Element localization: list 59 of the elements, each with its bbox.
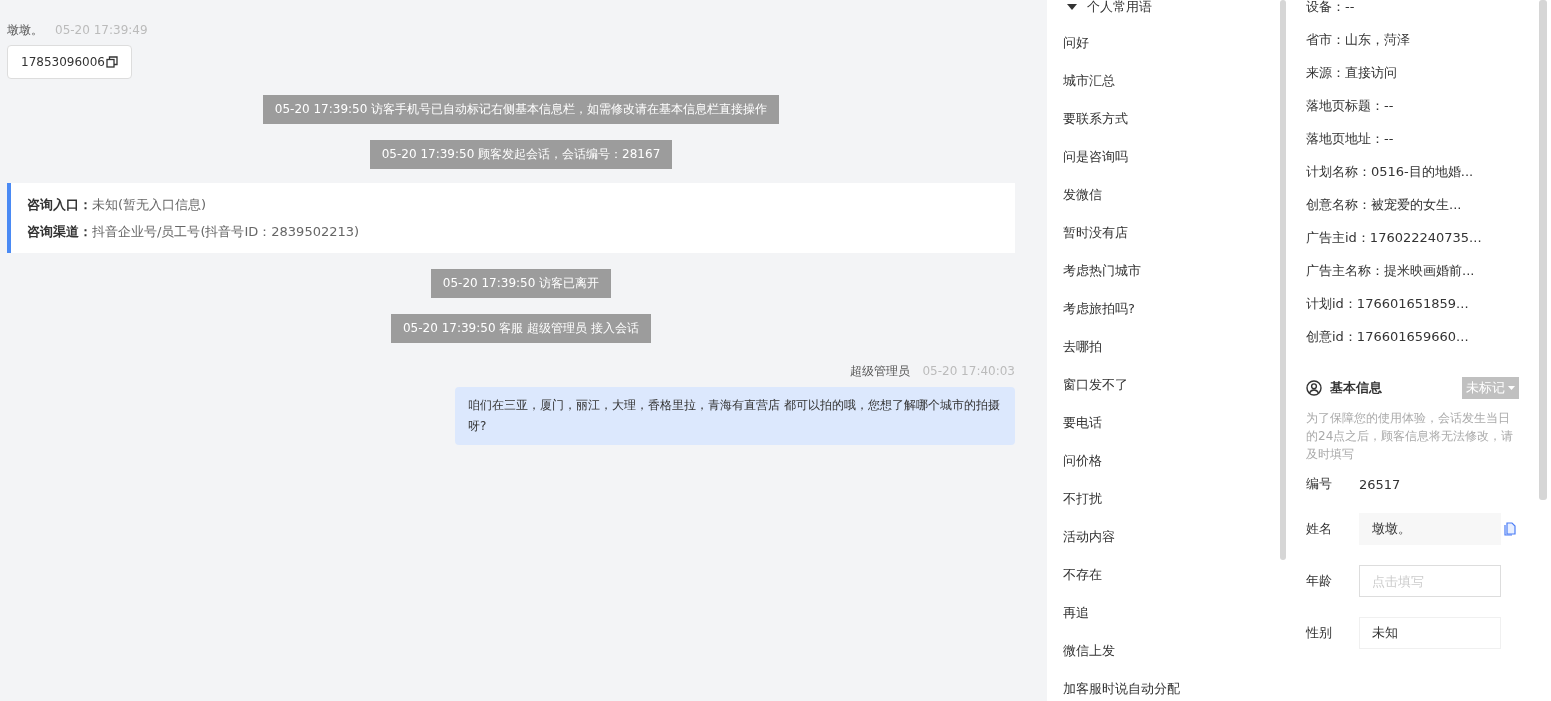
phrase-group-header[interactable]: 个人常用语 xyxy=(1047,0,1280,14)
phrase-item[interactable]: 微信上发 xyxy=(1047,632,1280,670)
field-value: 26517 xyxy=(1359,476,1401,492)
visit-info-row-text: 来源：直接访问 xyxy=(1306,66,1398,82)
phrase-item[interactable]: 发微信 xyxy=(1047,176,1280,214)
phrase-item[interactable]: 问价格 xyxy=(1047,442,1280,480)
visit-info-row-text: 设备：-- xyxy=(1306,0,1356,16)
phrase-item[interactable]: 考虑热门城市 xyxy=(1047,252,1280,290)
notice-text: 为了保障您的使用体验，会话发生当日的24点之后，顾客信息将无法修改，请及时填写 xyxy=(1306,410,1515,463)
copy-icon[interactable] xyxy=(106,56,118,68)
message-bubble: 咱们在三亚，厦门，丽江，大理，香格里拉，青海有直营店 都可以拍的哦，您想了解哪个城市的拍摄呀? xyxy=(455,387,1015,445)
visit-info-row-text: 落地页标题：-- xyxy=(1306,99,1395,115)
phrase-item[interactable]: 要联系方式 xyxy=(1047,100,1280,138)
visit-info-row-text: 创意名称：被宠爱的女生... xyxy=(1306,198,1463,214)
info-label: 咨询入口： xyxy=(27,197,92,212)
caret-icon xyxy=(1067,4,1077,10)
input-field[interactable]: 未知 xyxy=(1359,617,1501,649)
visit-info-row-text: 创意id：176601659660... xyxy=(1306,330,1470,346)
phrase-item[interactable]: 活动内容 xyxy=(1047,518,1280,556)
phrase-item[interactable]: 不存在 xyxy=(1047,556,1280,594)
sender-name: 墩墩。 xyxy=(7,22,43,39)
scrollbar-thumb[interactable] xyxy=(1539,0,1547,500)
field-label: 性别 xyxy=(1306,624,1333,642)
caret-icon xyxy=(1508,386,1515,390)
sender-name: 超级管理员 xyxy=(850,363,911,380)
phrase-item[interactable]: 问好 xyxy=(1047,24,1280,62)
section-title: 基本信息 xyxy=(1330,379,1383,397)
visit-info-row-text: 省市：山东，菏泽 xyxy=(1306,33,1411,49)
info-value: 抖音企业号/员工号(抖音号ID：2839502213) xyxy=(92,224,360,239)
visit-info-row-text: 广告主名称：提米映画婚前... xyxy=(1306,264,1476,280)
user-icon xyxy=(1306,380,1322,396)
field-label: 姓名 xyxy=(1306,520,1333,538)
scrollbar-thumb[interactable] xyxy=(1280,0,1286,560)
message-bubble: 17853096006 xyxy=(7,45,132,79)
field-label: 编号 xyxy=(1306,475,1333,493)
message-time: 05-20 17:40:03 xyxy=(922,364,1015,378)
info-label: 咨询渠道： xyxy=(27,224,92,239)
phrase-item[interactable]: 暂时没有店 xyxy=(1047,214,1280,252)
phrase-item[interactable]: 城市汇总 xyxy=(1047,62,1280,100)
system-message: 05-20 17:39:50 访客手机号已自动标记右侧基本信息栏，如需修改请在基本信息栏直接操作 xyxy=(262,95,780,124)
system-message: 05-20 17:39:50 访客已离开 xyxy=(430,269,612,298)
phrase-item[interactable]: 去哪拍 xyxy=(1047,328,1280,366)
visit-info-row-text: 落地页地址：-- xyxy=(1306,132,1395,148)
phrase-item[interactable]: 不打扰 xyxy=(1047,480,1280,518)
message-time: 05-20 17:39:49 xyxy=(55,23,148,37)
visit-info-row-text: 计划id：176601651859... xyxy=(1306,297,1470,313)
info-value: 未知(暂无入口信息) xyxy=(92,197,207,212)
phrase-item[interactable]: 问是咨询吗 xyxy=(1047,138,1280,176)
field-label: 年龄 xyxy=(1306,572,1333,590)
system-message: 05-20 17:39:50 客服 超级管理员 接入会话 xyxy=(391,314,651,343)
system-message: 05-20 17:39:50 顾客发起会话，会话编号：28167 xyxy=(369,140,673,169)
input-field[interactable]: 墩墩。 xyxy=(1359,513,1501,545)
phrase-item[interactable]: 窗口发不了 xyxy=(1047,366,1280,404)
visit-info-row-text: 广告主id：176022240735... xyxy=(1306,231,1483,247)
visit-info-row-text: 计划名称：0516-目的地婚... xyxy=(1306,165,1475,181)
phrase-item[interactable]: 考虑旅拍吗? xyxy=(1047,290,1280,328)
phrase-item[interactable]: 要电话 xyxy=(1047,404,1280,442)
phrase-item[interactable]: 再追 xyxy=(1047,594,1280,632)
phrase-item[interactable]: 加客服时说自动分配 xyxy=(1047,670,1280,701)
